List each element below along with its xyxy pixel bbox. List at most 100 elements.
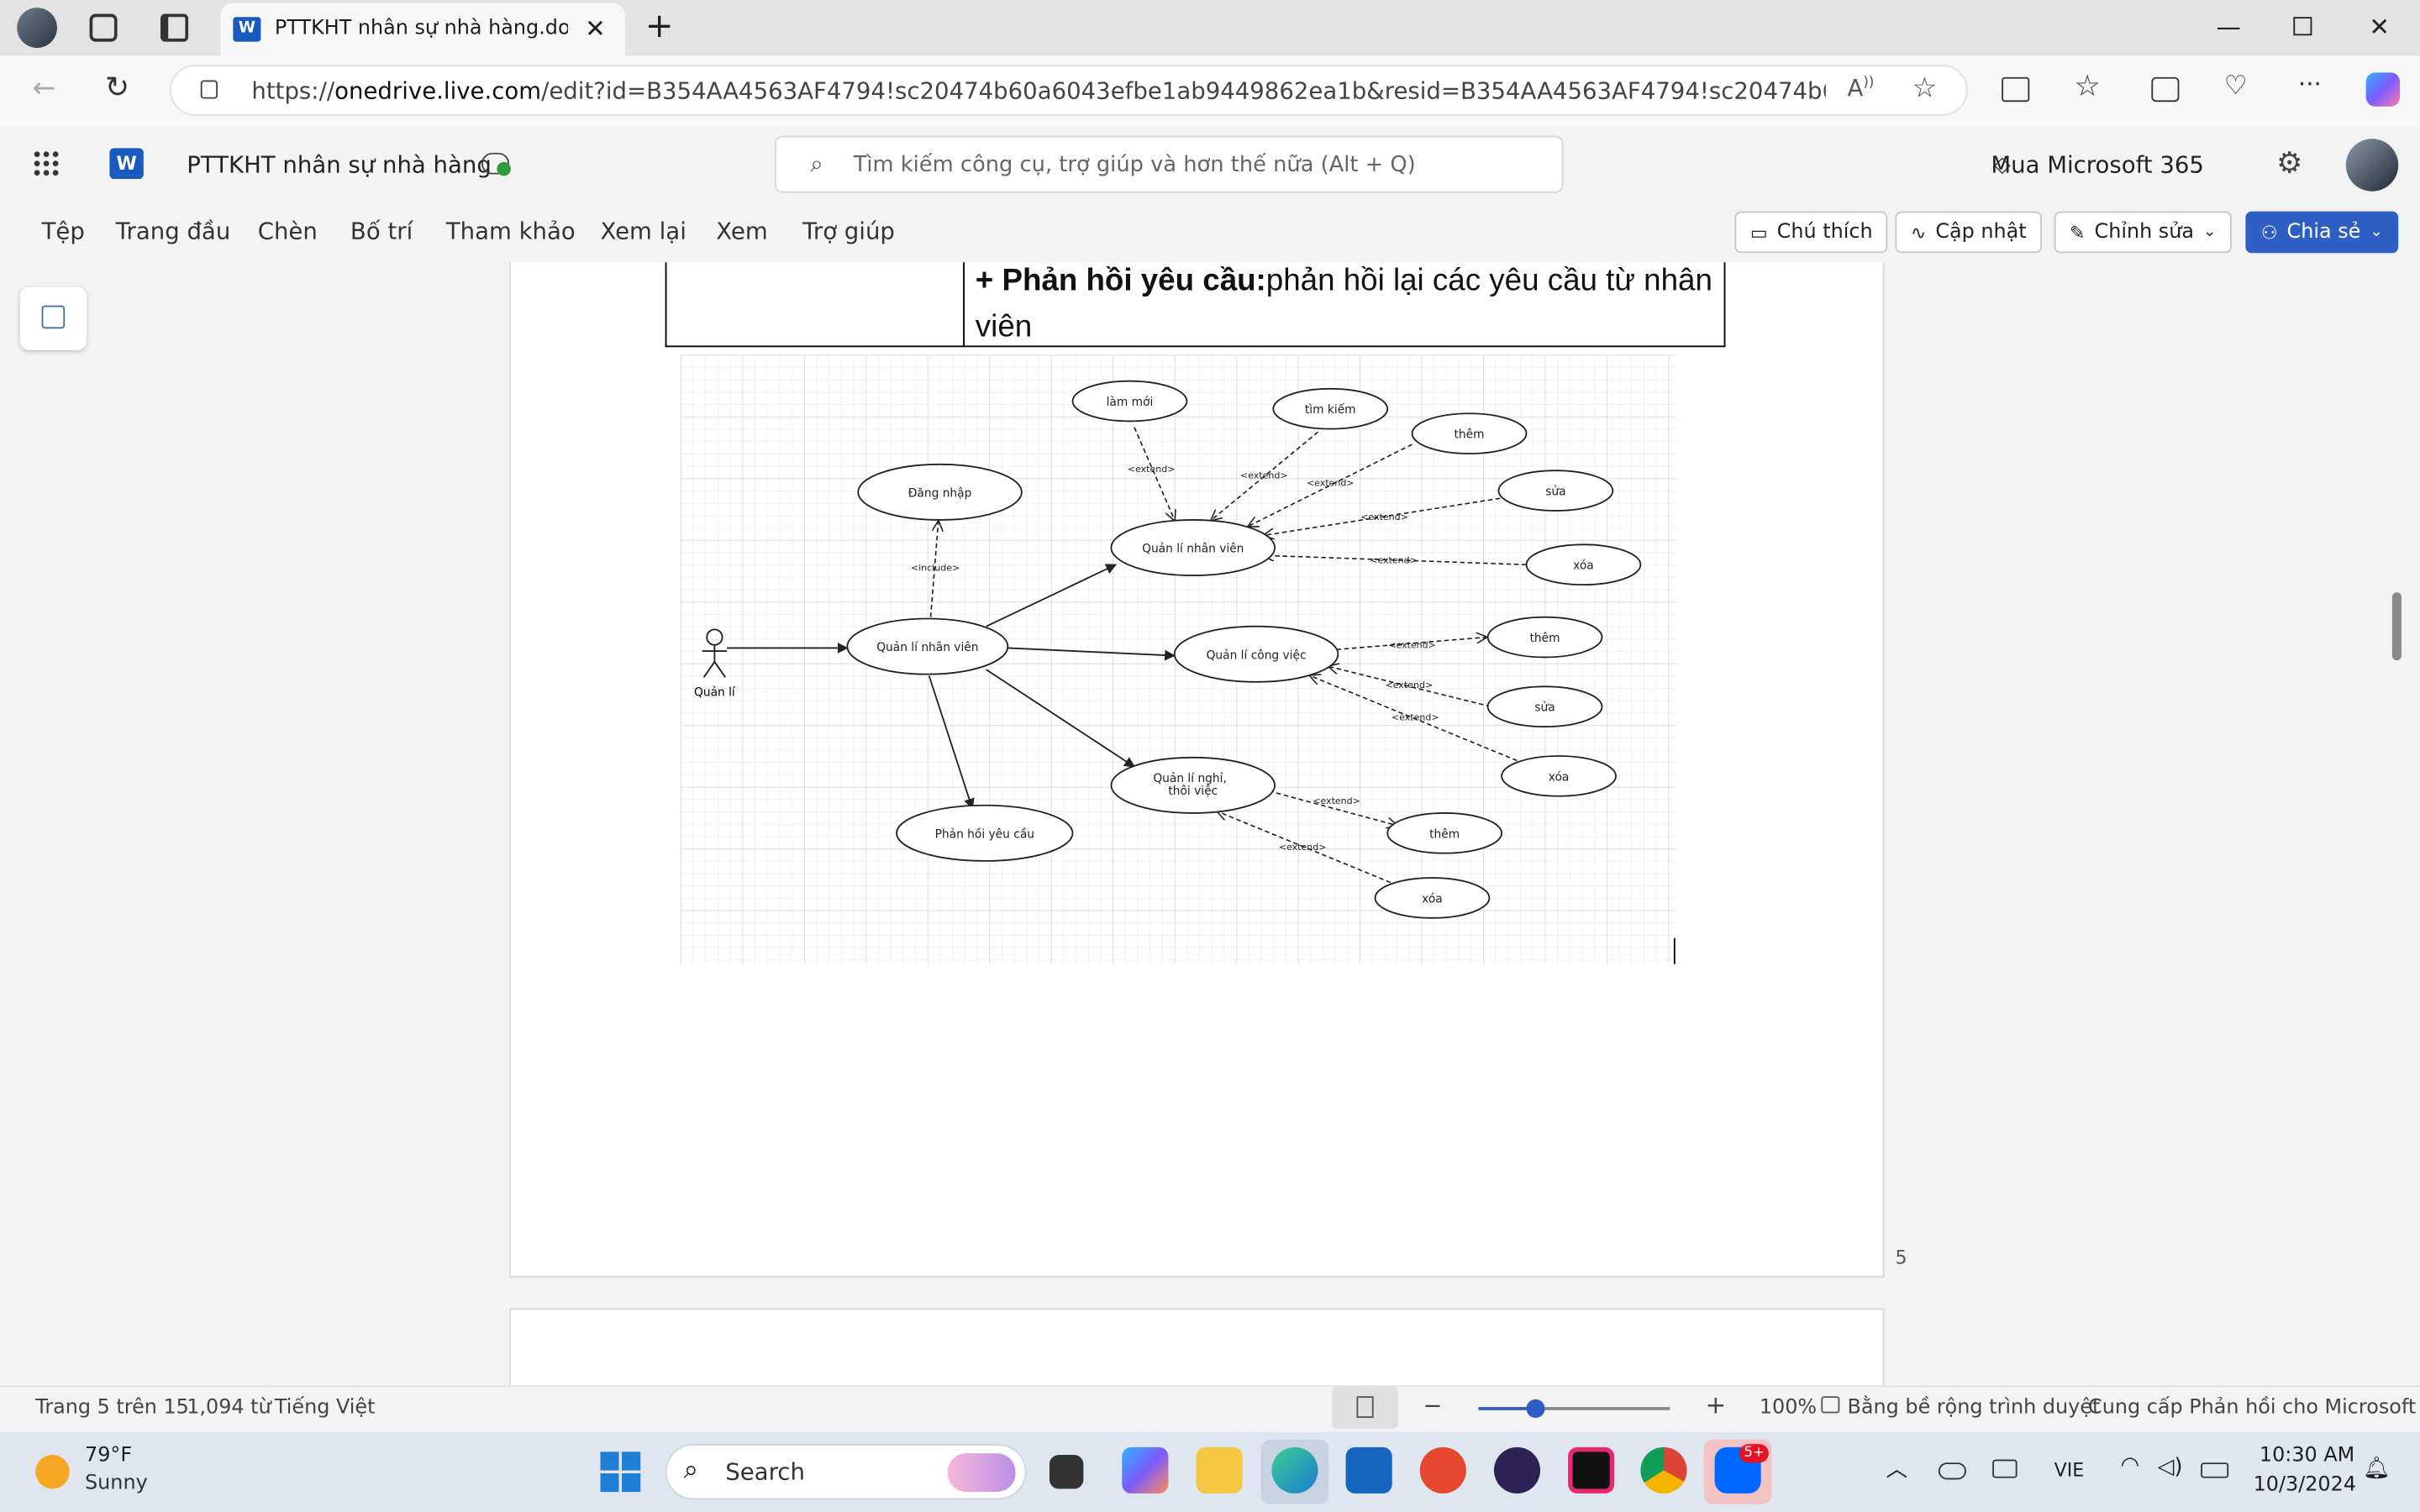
workspaces-icon[interactable] (89, 13, 118, 42)
comments-label: Chú thích (1776, 220, 1873, 244)
store-icon[interactable] (1345, 1446, 1392, 1494)
intellij-icon[interactable] (1568, 1446, 1615, 1494)
zoom-slider-thumb[interactable] (1526, 1399, 1545, 1418)
chrome-icon[interactable] (1640, 1446, 1687, 1494)
app-launcher-icon[interactable] (32, 150, 60, 178)
profile-avatar[interactable] (17, 8, 57, 48)
buy-microsoft-365-link[interactable]: Mua Microsoft 365 (1991, 151, 2204, 179)
word-count[interactable]: 1,094 từ (187, 1396, 271, 1420)
share-button[interactable]: ⚇ Chia sẻ ⌄ (2245, 211, 2399, 254)
next-page[interactable] (509, 1308, 1885, 1386)
label-xoa-2: xóa (1549, 770, 1570, 784)
navigation-pane-button[interactable] (19, 286, 87, 350)
address-bar[interactable]: https://onedrive.live.com/edit?id=B354AA… (170, 65, 1968, 116)
wifi-icon[interactable]: ◠ (2121, 1453, 2139, 1478)
label-them-2: thêm (1530, 632, 1560, 645)
minimize-icon[interactable]: — (2217, 13, 2241, 42)
lock-icon[interactable] (200, 80, 218, 99)
edge-icon[interactable] (1271, 1446, 1318, 1494)
label-xoa-3: xóa (1422, 892, 1443, 906)
document-canvas[interactable]: + Phản hồi yêu cầu:phản hồi lại các yêu … (0, 262, 2420, 1386)
use-case-diagram[interactable]: Quản lí <include> <extend> <extend> <ext… (680, 354, 1676, 964)
tab-help[interactable]: Trợ giúp (802, 218, 895, 245)
search-box[interactable]: ⌕ Tìm kiếm công cụ, trợ giúp và hơn thế … (775, 135, 1564, 193)
tab-file[interactable]: Tệp (42, 218, 85, 245)
active-tab[interactable]: W PTTKHT nhân sự nhà hàng.docx - ✕ (220, 3, 625, 56)
weather-temp[interactable]: 79°F (85, 1444, 132, 1467)
catchup-label: Cập nhật (1935, 220, 2027, 244)
more-icon[interactable]: ··· (2298, 70, 2322, 99)
comments-button[interactable]: ▭ Chú thích (1734, 211, 1888, 254)
vertical-scrollbar[interactable] (2391, 592, 2402, 661)
read-aloud-icon[interactable]: A)) (1848, 74, 1875, 102)
tab-home[interactable]: Trang đầu (116, 218, 231, 245)
favorites-icon[interactable]: ☆ (2075, 70, 2101, 103)
favorite-star-icon[interactable]: ☆ (1912, 72, 1938, 105)
new-tab-icon[interactable]: + (645, 8, 674, 46)
settings-gear-icon[interactable]: ⚙ (2276, 146, 2302, 180)
battery-icon[interactable] (2201, 1462, 2229, 1478)
close-tab-icon[interactable]: ✕ (585, 14, 606, 44)
collections-icon[interactable] (2151, 76, 2180, 102)
view-mode-button[interactable] (1332, 1387, 1399, 1429)
tray-chevron-icon[interactable]: ︿ (1886, 1453, 1907, 1484)
taskbar: 79°F Sunny ⌕ Search 5+ ︿ VIE ◠ ◁) 10:30 … (0, 1431, 2420, 1512)
label-sua-2: sửa (1534, 701, 1555, 715)
status-bar: Trang 5 trên 15 1,094 từ Tiếng Việt − + … (0, 1385, 2420, 1429)
taskbar-search[interactable]: ⌕ Search (665, 1444, 1027, 1500)
eclipse-icon[interactable] (1493, 1446, 1541, 1494)
user-avatar[interactable] (2345, 139, 2399, 192)
editing-mode-button[interactable]: ✎ Chỉnh sửa ⌄ (2054, 211, 2232, 254)
browser-essentials-icon[interactable]: ♡ (2224, 71, 2248, 102)
notification-bell-icon[interactable]: 🔔︎ (2363, 1457, 2391, 1481)
feedback-link[interactable]: Cung cấp Phản hồi cho Microsoft (2088, 1396, 2416, 1420)
back-icon[interactable]: ← (33, 72, 56, 105)
tab-layout[interactable]: Bố trí (350, 218, 413, 245)
weather-text[interactable]: Sunny (85, 1472, 148, 1495)
word-header: W PTTKHT nhân sự nhà hàng ⌕ Tìm kiếm côn… (0, 126, 2420, 204)
restore-icon[interactable] (2293, 17, 2312, 36)
zoom-slider[interactable] (1478, 1399, 1670, 1418)
file-explorer-icon[interactable] (1196, 1446, 1243, 1494)
label-them-3: thêm (1429, 827, 1460, 841)
clock-time[interactable]: 10:30 AM (2260, 1444, 2354, 1467)
label-qlnv: Quản lí nhân viên (1142, 543, 1244, 556)
extend-label-sua-2: <extend> (1386, 680, 1434, 690)
tab-review[interactable]: Xem lại (600, 218, 686, 245)
copilot-taskbar-icon[interactable] (1122, 1446, 1169, 1494)
extend-label-sua-1: <extend> (1360, 512, 1408, 522)
label-qlnghi-2: thôi việc (1168, 785, 1218, 798)
onedrive-icon[interactable] (1938, 1462, 1966, 1480)
task-view-icon[interactable] (1049, 1455, 1084, 1489)
tab-insert[interactable]: Chèn (258, 218, 318, 245)
zoom-level[interactable]: 100% (1760, 1396, 1817, 1420)
tab-actions-icon[interactable] (160, 13, 189, 42)
document-page[interactable]: + Phản hồi yêu cầu:phản hồi lại các yêu … (509, 262, 1885, 1278)
input-language[interactable]: VIE (2054, 1460, 2085, 1482)
table-cell[interactable]: + Phản hồi yêu cầu:phản hồi lại các yêu … (976, 262, 1717, 350)
windows-start-icon[interactable] (600, 1452, 641, 1493)
word-icon: W (233, 17, 261, 42)
browser-tab-bar: W PTTKHT nhân sự nhà hàng.docx - ✕ + — ✕ (0, 0, 2420, 56)
page-count[interactable]: Trang 5 trên 15 (35, 1396, 189, 1420)
tab-view[interactable]: Xem (716, 218, 767, 245)
split-screen-icon[interactable] (2002, 76, 2030, 102)
zoom-out-icon[interactable]: − (1423, 1392, 1442, 1420)
copilot-icon[interactable] (2365, 72, 2401, 107)
zoom-in-icon[interactable]: + (1706, 1390, 1727, 1420)
extend-label-them-2: <extend> (1388, 639, 1436, 650)
refresh-icon[interactable]: ↻ (105, 71, 129, 104)
clock-date[interactable]: 10/3/2024 (2254, 1473, 2356, 1497)
chevron-down-icon: ⌄ (2203, 223, 2217, 241)
label-login: Đăng nhập (908, 486, 972, 500)
catchup-button[interactable]: ∿ Cập nhật (1895, 211, 2043, 254)
document-title[interactable]: PTTKHT nhân sự nhà hàng (187, 151, 492, 179)
tab-references[interactable]: Tham khảo (446, 218, 576, 245)
language-indicator[interactable]: Tiếng Việt (275, 1396, 376, 1420)
close-window-icon[interactable]: ✕ (2369, 13, 2390, 42)
volume-icon[interactable]: ◁) (2158, 1455, 2183, 1479)
fit-width-button[interactable]: Bằng bề rộng trình duyệt (1848, 1396, 2101, 1420)
input-icon[interactable] (1992, 1459, 2018, 1478)
actor-label: Quản lí (694, 685, 736, 699)
wps-icon[interactable] (1419, 1446, 1466, 1494)
